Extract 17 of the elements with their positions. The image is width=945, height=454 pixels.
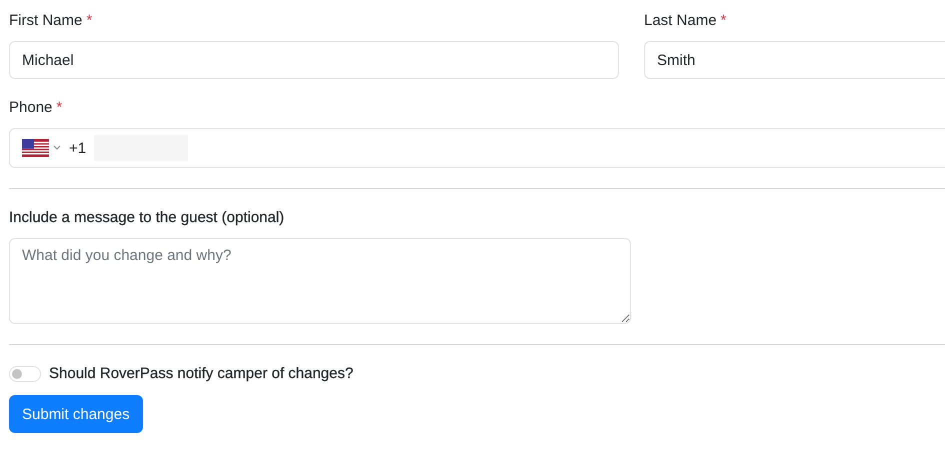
- toggle-switch[interactable]: [9, 366, 41, 382]
- submit-button[interactable]: Submit changes: [9, 395, 143, 433]
- field-label: First Name: [9, 12, 82, 28]
- message-field[interactable]: What did you change and why?: [9, 238, 631, 324]
- dial-code: +1: [69, 140, 86, 156]
- flag-icon: [22, 139, 49, 157]
- required-mark: *: [720, 12, 726, 28]
- required-mark: *: [56, 98, 62, 116]
- caret-icon[interactable]: [53, 145, 61, 151]
- phone-field[interactable]: +1: [9, 128, 945, 168]
- text-field[interactable]: Michael: [9, 41, 619, 79]
- toggle-label: Should RoverPass notify camper of changes?: [49, 365, 354, 382]
- text-field[interactable]: Smith: [644, 41, 945, 79]
- required-mark: *: [86, 12, 92, 28]
- field-label: Include a message to the guest (optional): [9, 209, 286, 226]
- field-label: Last Name: [644, 12, 717, 28]
- field-label: Phone: [9, 98, 52, 116]
